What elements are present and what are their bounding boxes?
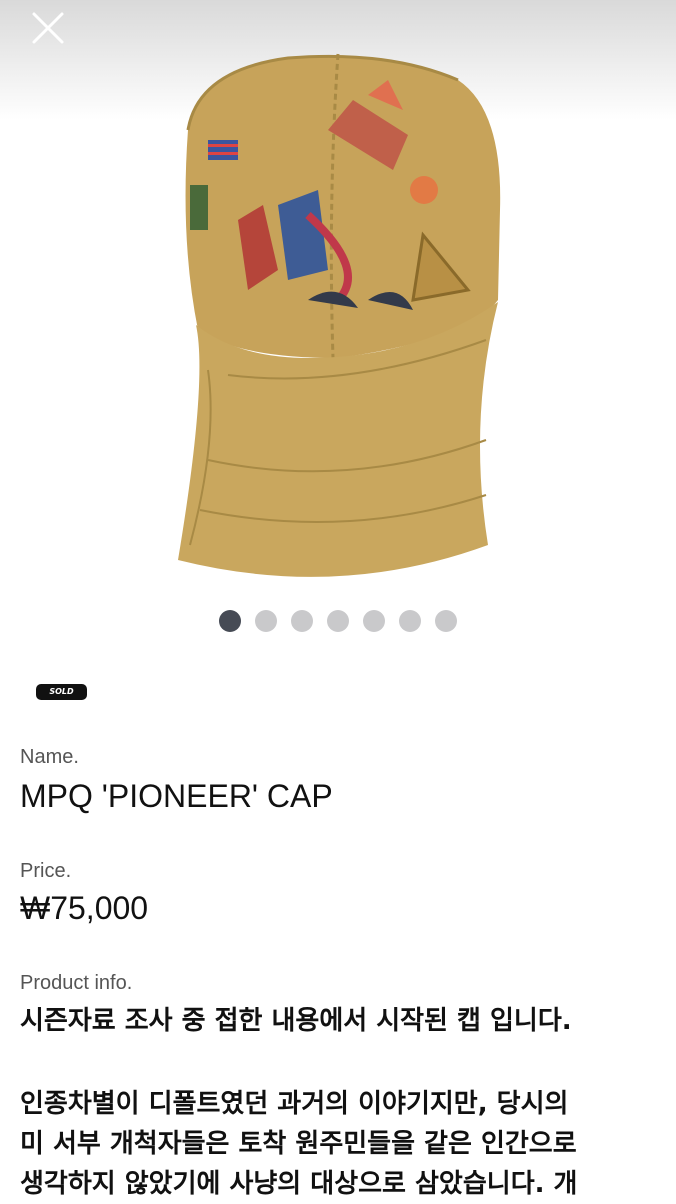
name-label: Name. [20,746,79,768]
close-icon [32,12,64,44]
product-image-carousel[interactable] [0,0,676,600]
product-info-line: 미 서부 개척자들은 토착 원주민들을 같은 인간으로 [20,1129,577,1159]
price-label: Price. [20,860,72,882]
product-info-line: 생각하지 않았기에 사냥의 대상으로 삼았습니다. 개 [20,1169,578,1199]
carousel-dot[interactable] [363,610,385,632]
close-button[interactable] [26,6,70,50]
product-info-line: 인종차별이 디폴트였던 과거의 이야기지만, 당시의 [20,1089,569,1119]
carousel-dot[interactable] [435,610,457,632]
product-price: ₩75,000 [20,890,149,926]
carousel-indicator [0,610,676,632]
product-info-label: Product info. [20,972,133,994]
product-image [178,53,501,577]
product-name: MPQ 'PIONEER' CAP [20,778,333,814]
sold-badge: SOLD [36,684,87,700]
carousel-dot[interactable] [399,610,421,632]
carousel-dot[interactable] [327,610,349,632]
carousel-dot[interactable] [255,610,277,632]
carousel-dot[interactable] [291,610,313,632]
product-info-line: 시즌자료 조사 중 접한 내용에서 시작된 캡 입니다. [20,1006,572,1036]
carousel-dot[interactable] [219,610,241,632]
